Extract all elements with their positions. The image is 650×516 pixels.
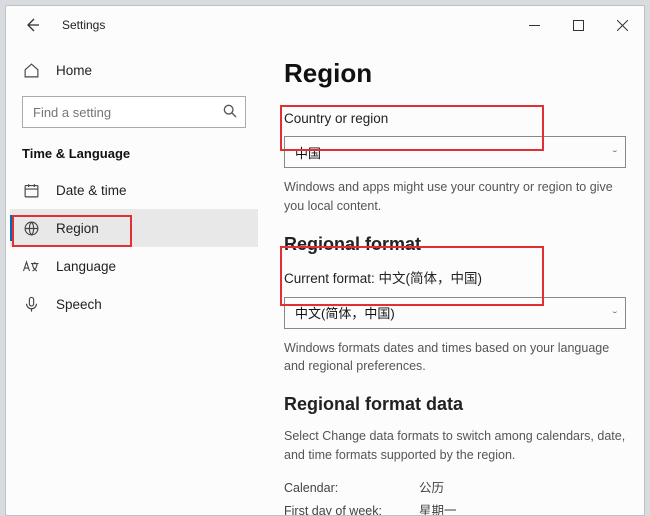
sidebar-item-home[interactable]: Home [10, 52, 258, 88]
settings-window: Settings Home Time & Language Date & tim… [5, 5, 645, 516]
arrow-left-icon [24, 17, 40, 33]
search-input[interactable] [22, 96, 246, 128]
close-button[interactable] [600, 10, 644, 40]
microphone-icon [22, 295, 40, 313]
country-value: 中国 [295, 143, 321, 162]
sidebar-item-region[interactable]: Region [10, 209, 258, 247]
sidebar-item-language[interactable]: Language [10, 247, 258, 285]
sidebar-item-label: Region [56, 221, 99, 236]
close-icon [617, 20, 628, 31]
regional-format-heading: Regional format [284, 234, 626, 255]
country-select[interactable]: 中国 ⌄ [284, 136, 626, 168]
minimize-button[interactable] [512, 10, 556, 40]
sidebar-item-label: Language [56, 259, 116, 274]
app-title: Settings [62, 18, 105, 32]
window-controls [512, 10, 644, 40]
titlebar: Settings [6, 6, 644, 44]
sidebar: Home Time & Language Date & time Region … [6, 44, 262, 515]
sidebar-category: Time & Language [10, 142, 258, 171]
calendar-value: 公历 [419, 477, 444, 500]
sidebar-item-speech[interactable]: Speech [10, 285, 258, 323]
search-icon [222, 103, 238, 124]
minimize-icon [529, 20, 540, 31]
regional-format-data-description: Select Change data formats to switch amo… [284, 427, 626, 465]
regional-format-data-heading: Regional format data [284, 394, 626, 415]
row-calendar: Calendar:公历 [284, 477, 626, 500]
sidebar-item-label: Date & time [56, 183, 127, 198]
search-field [22, 96, 246, 128]
calendar-key: Calendar: [284, 477, 419, 500]
globe-icon [22, 219, 40, 237]
sidebar-item-label: Speech [56, 297, 102, 312]
current-format-label: Current format: 中文(简体，中国) [284, 267, 626, 287]
row-first-day: First day of week:星期一 [284, 500, 626, 515]
maximize-icon [573, 20, 584, 31]
window-body: Home Time & Language Date & time Region … [6, 44, 644, 515]
chevron-down-icon: ⌄ [611, 147, 619, 154]
regional-format-description: Windows formats dates and times based on… [284, 339, 626, 377]
regional-format-value: 中文(简体，中国) [295, 303, 395, 322]
sidebar-item-datetime[interactable]: Date & time [10, 171, 258, 209]
home-icon [22, 61, 40, 79]
content-area: Region Country or region 中国 ⌄ Windows an… [262, 44, 644, 515]
language-icon [22, 257, 40, 275]
fdow-value: 星期一 [419, 500, 457, 515]
back-button[interactable] [20, 13, 44, 37]
clock-icon [22, 181, 40, 199]
regional-format-select[interactable]: 中文(简体，中国) ⌄ [284, 297, 626, 329]
fdow-key: First day of week: [284, 500, 419, 515]
country-label: Country or region [284, 111, 626, 126]
sidebar-item-label: Home [56, 63, 92, 78]
chevron-down-icon: ⌄ [611, 308, 619, 315]
maximize-button[interactable] [556, 10, 600, 40]
country-description: Windows and apps might use your country … [284, 178, 626, 216]
page-title: Region [284, 58, 626, 89]
